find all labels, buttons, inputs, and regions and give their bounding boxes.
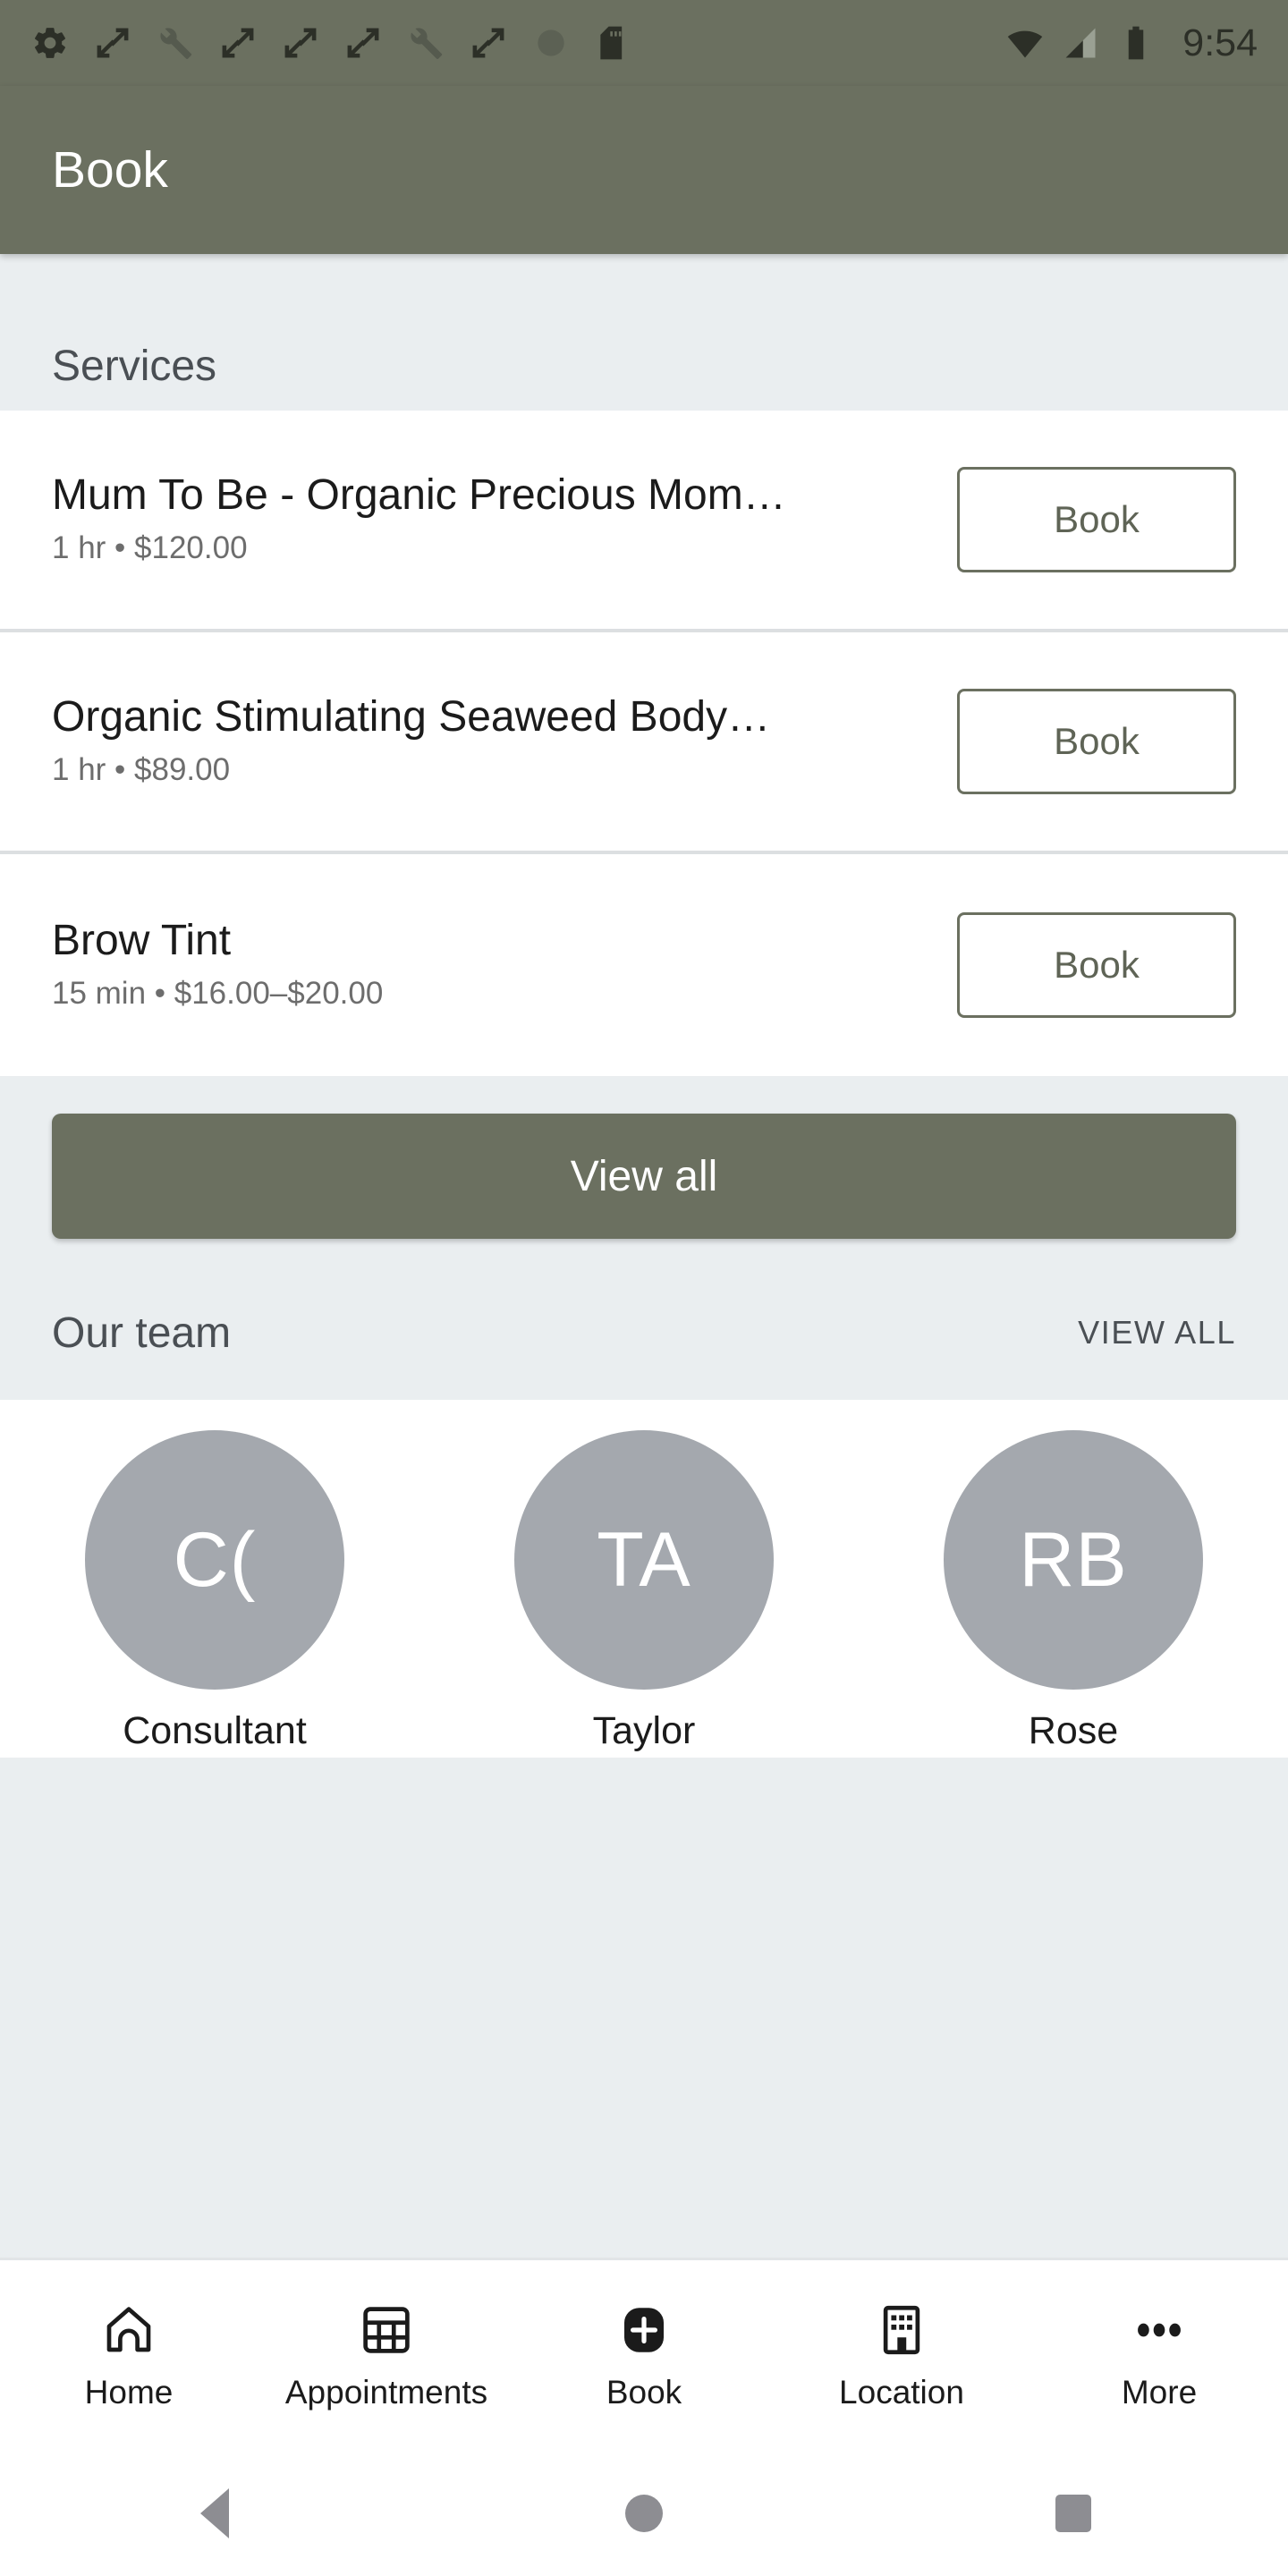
list-item[interactable]: C( Consultant <box>0 1430 429 1753</box>
sync-icon <box>97 28 129 58</box>
app-screen: 9:54 Book Services Mum To Be - Organic P… <box>0 0 1288 2576</box>
nav-label: Appointments <box>284 2373 488 2411</box>
wrench-icon <box>160 28 192 60</box>
team-member-name: Taylor <box>592 1709 696 1752</box>
service-info: Brow Tint 15 min • $16.00–$20.00 <box>52 919 957 1013</box>
avatar: TA <box>514 1430 774 1690</box>
status-bar-clock: 9:54 <box>1182 21 1258 64</box>
list-item[interactable]: TA Taylor <box>429 1430 859 1753</box>
sync-icon <box>284 28 317 58</box>
book-button[interactable]: Book <box>957 689 1236 794</box>
back-triangle-icon <box>200 2488 229 2538</box>
services-title: Services <box>52 343 217 390</box>
service-name: Organic Stimulating Seaweed Body… <box>52 694 771 741</box>
battery-icon <box>1129 26 1144 60</box>
wrench-icon <box>411 28 443 60</box>
recents-square-icon <box>1055 2495 1091 2532</box>
service-meta: 15 min • $16.00–$20.00 <box>52 976 384 1012</box>
app-bar: Book <box>0 86 1288 254</box>
sync-icon <box>472 28 504 58</box>
circle-icon <box>538 30 564 56</box>
status-bar-notifications <box>30 23 633 63</box>
service-info: Mum To Be - Organic Precious Mom… 1 hr •… <box>52 473 957 567</box>
nav-label: More <box>1121 2373 1198 2411</box>
home-circle-icon <box>625 2495 663 2532</box>
plus-square-icon <box>624 2307 664 2352</box>
book-button[interactable]: Book <box>957 912 1236 1018</box>
team-section-header: Our team VIEW ALL <box>0 1266 1288 1400</box>
sync-icon <box>347 28 379 58</box>
status-bar-system: 9:54 <box>1005 21 1258 65</box>
gear-icon <box>35 28 65 58</box>
sync-icon <box>222 28 254 58</box>
team-title: Our team <box>52 1309 232 1357</box>
avatar: C( <box>85 1430 344 1690</box>
service-meta: 1 hr • $120.00 <box>52 530 248 566</box>
cellular-signal-icon <box>1065 28 1096 58</box>
nav-item-book[interactable]: Book <box>515 2301 773 2411</box>
nav-item-appointments[interactable]: Appointments <box>258 2301 515 2411</box>
nav-label: Book <box>606 2373 682 2411</box>
list-item[interactable]: RB Rose <box>859 1430 1288 1753</box>
bottom-navigation-bar: Home Appointments Book Location More <box>0 2258 1288 2451</box>
view-all-container: View all <box>0 1076 1288 1266</box>
team-member-name: Consultant <box>123 1709 307 1752</box>
table-row[interactable]: Brow Tint 15 min • $16.00–$20.00 Book <box>0 854 1288 1076</box>
service-name: Mum To Be - Organic Precious Mom… <box>52 472 786 519</box>
nav-item-home[interactable]: Home <box>0 2301 258 2411</box>
service-name: Brow Tint <box>52 918 232 964</box>
android-home-button[interactable] <box>429 2495 859 2532</box>
view-all-services-button[interactable]: View all <box>52 1114 1236 1239</box>
table-row[interactable]: Organic Stimulating Seaweed Body… 1 hr •… <box>0 632 1288 854</box>
status-bar: 9:54 <box>0 0 1288 86</box>
calendar-grid-icon <box>363 2306 410 2353</box>
sd-card-icon <box>600 26 623 60</box>
android-back-button[interactable] <box>0 2488 429 2538</box>
android-recents-button[interactable] <box>859 2495 1288 2532</box>
nav-item-location[interactable]: Location <box>773 2301 1030 2411</box>
building-icon <box>883 2305 920 2354</box>
book-button[interactable]: Book <box>957 467 1236 572</box>
service-meta: 1 hr • $89.00 <box>52 752 231 788</box>
home-icon <box>106 2306 151 2351</box>
nav-label: Location <box>839 2373 964 2411</box>
more-dots-icon <box>1138 2323 1181 2336</box>
team-list: C( Consultant TA Taylor RB Rose <box>0 1400 1288 1758</box>
wifi-icon <box>1008 30 1043 58</box>
page-title: Book <box>52 141 168 199</box>
avatar: RB <box>944 1430 1203 1690</box>
services-list: Mum To Be - Organic Precious Mom… 1 hr •… <box>0 411 1288 1076</box>
table-row[interactable]: Mum To Be - Organic Precious Mom… 1 hr •… <box>0 411 1288 632</box>
services-section-header: Services <box>0 254 1288 411</box>
nav-item-more[interactable]: More <box>1030 2301 1288 2411</box>
service-info: Organic Stimulating Seaweed Body… 1 hr •… <box>52 695 957 789</box>
nav-label: Home <box>84 2373 174 2411</box>
team-member-name: Rose <box>1028 1709 1119 1752</box>
android-navigation-bar <box>0 2451 1288 2576</box>
team-view-all-link[interactable]: VIEW ALL <box>1078 1314 1236 1352</box>
